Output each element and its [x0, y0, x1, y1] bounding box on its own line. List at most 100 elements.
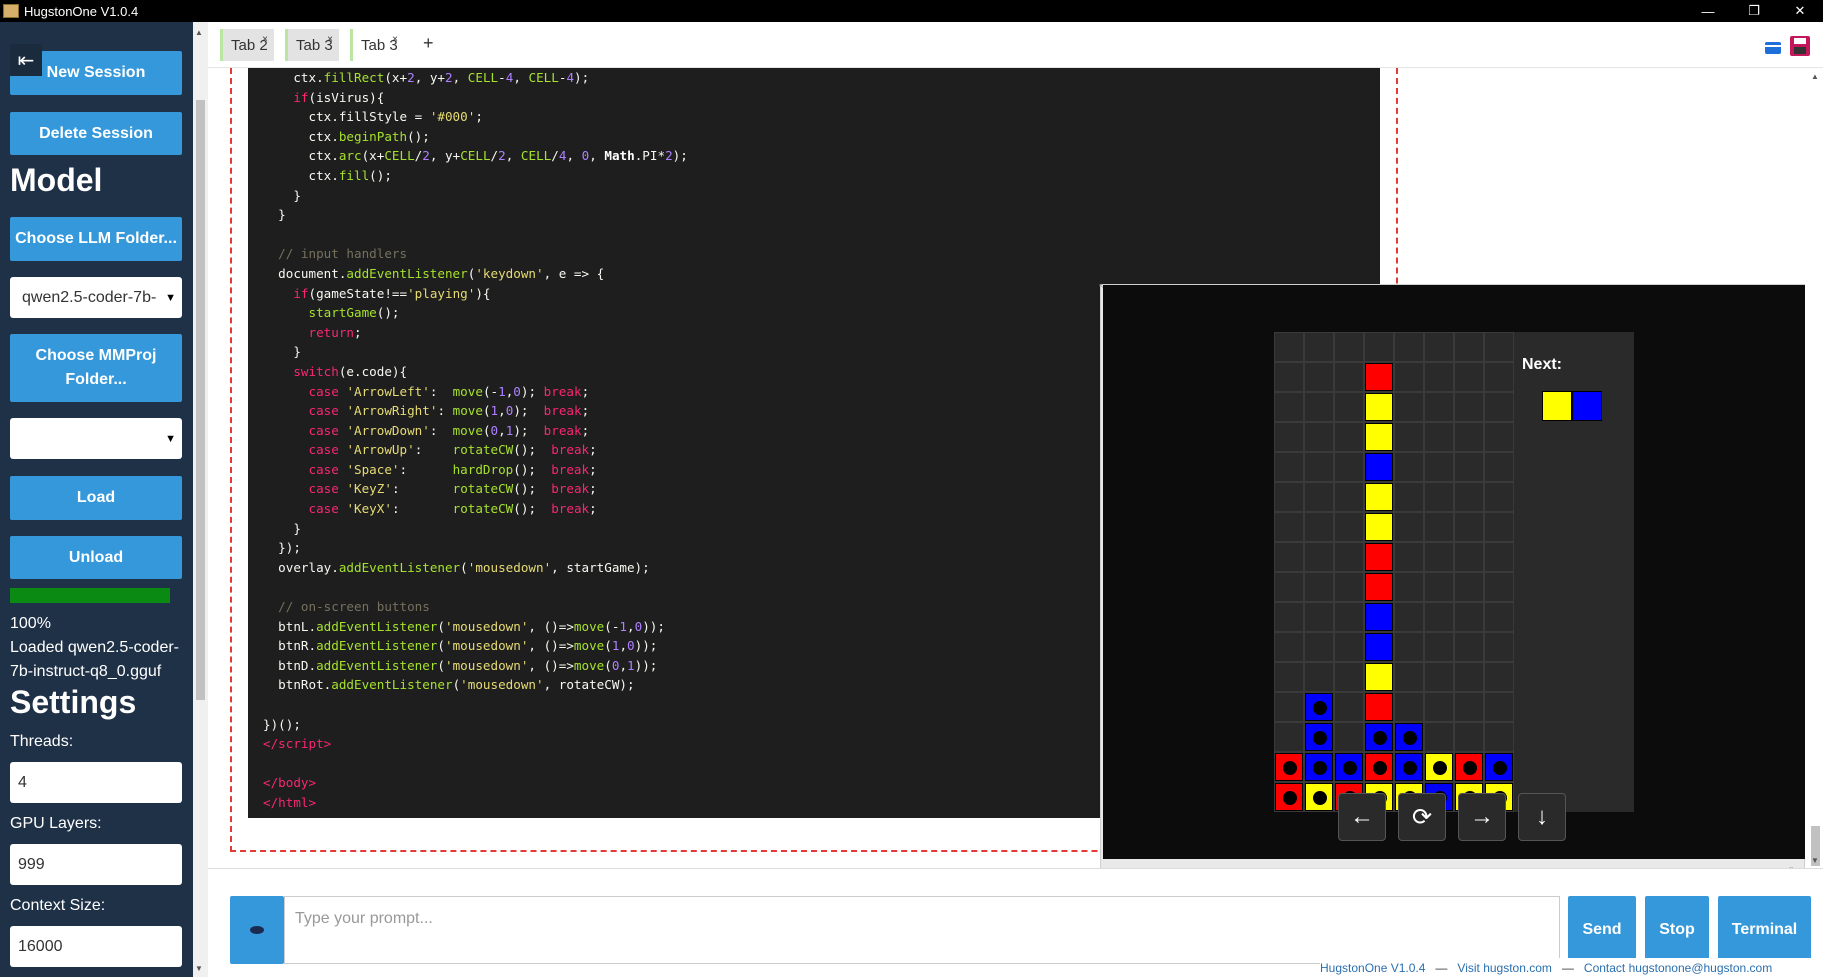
- board-cell: [1424, 422, 1454, 452]
- move-left-button[interactable]: ←: [1338, 793, 1386, 841]
- scroll-down-arrow-icon[interactable]: ▼: [195, 964, 203, 973]
- send-button[interactable]: Send: [1568, 896, 1636, 964]
- pill-block: [1365, 363, 1393, 391]
- board-cell: [1454, 572, 1484, 602]
- mmproj-select[interactable]: ▼: [10, 418, 182, 459]
- sidebar-scrollbar[interactable]: ▲ ▼: [193, 22, 208, 977]
- virus-block: [1395, 723, 1423, 751]
- footer-contact-link[interactable]: Contact hugstonone@hugston.com: [1584, 961, 1772, 975]
- llm-model-select-value: qwen2.5-coder-7b-: [22, 288, 157, 306]
- virus-dot-icon: [1433, 761, 1447, 775]
- minimize-button[interactable]: —: [1685, 0, 1731, 22]
- board-cell: [1304, 362, 1334, 392]
- rotate-button[interactable]: ⟳: [1398, 793, 1446, 841]
- virus-block: [1395, 753, 1423, 781]
- board-cell: [1394, 602, 1424, 632]
- virus-dot-icon: [1313, 791, 1327, 805]
- board-cell: [1424, 362, 1454, 392]
- board-cell: [1304, 662, 1334, 692]
- sidebar: New Session ⇤ Delete Session Model Choos…: [0, 22, 193, 977]
- mic-icon: [250, 926, 264, 934]
- board-cell: [1274, 542, 1304, 572]
- board-cell: [1334, 692, 1364, 722]
- board-cell: [1274, 512, 1304, 542]
- choose-llm-folder-button[interactable]: Choose LLM Folder...: [10, 217, 182, 261]
- board-cell: [1334, 602, 1364, 632]
- board-cell: [1484, 452, 1514, 482]
- move-right-button[interactable]: →: [1458, 793, 1506, 841]
- board-cell: [1484, 602, 1514, 632]
- maximize-button[interactable]: ❐: [1731, 0, 1777, 22]
- context-size-input[interactable]: 16000: [10, 926, 182, 967]
- virus-block: [1275, 753, 1303, 781]
- tab-3-active[interactable]: Tab 3 ×: [350, 29, 404, 61]
- board-cell: [1454, 602, 1484, 632]
- terminal-button[interactable]: Terminal: [1718, 896, 1811, 964]
- sidebar-scrollbar-thumb[interactable]: [196, 100, 205, 700]
- add-tab-button[interactable]: +: [423, 33, 434, 54]
- unload-button[interactable]: Unload: [10, 536, 182, 579]
- pill-block: [1365, 573, 1393, 601]
- next-piece-cell-2: [1572, 391, 1602, 421]
- board-cell: [1454, 692, 1484, 722]
- board-cell: [1274, 572, 1304, 602]
- scroll-up-arrow-icon[interactable]: ▲: [195, 28, 203, 37]
- llm-model-select[interactable]: qwen2.5-coder-7b- ▼: [10, 277, 182, 318]
- board-cell: [1454, 482, 1484, 512]
- load-button[interactable]: Load: [10, 476, 182, 520]
- tab-2[interactable]: Tab 2 ×: [220, 29, 274, 61]
- board-cell: [1304, 512, 1334, 542]
- move-down-button[interactable]: ↓: [1518, 793, 1566, 841]
- virus-dot-icon: [1493, 761, 1507, 775]
- board-cell: [1334, 722, 1364, 752]
- choose-mmproj-folder-button[interactable]: Choose MMProj Folder...: [10, 334, 182, 402]
- collapse-sidebar-icon[interactable]: ⇤: [10, 44, 42, 76]
- board-cell: [1394, 482, 1424, 512]
- board-cell: [1334, 632, 1364, 662]
- card-icon[interactable]: [1765, 42, 1781, 54]
- mic-button[interactable]: [230, 896, 284, 964]
- board-cell: [1484, 482, 1514, 512]
- footer-visit-link[interactable]: Visit hugston.com: [1457, 961, 1552, 975]
- scroll-down-arrow-icon[interactable]: ▼: [1811, 856, 1819, 865]
- pill-block: [1365, 633, 1393, 661]
- board-cell: [1394, 572, 1424, 602]
- delete-session-button[interactable]: Delete Session: [10, 112, 182, 155]
- stop-button[interactable]: Stop: [1645, 896, 1709, 964]
- virus-dot-icon: [1283, 791, 1297, 805]
- board-cell: [1424, 512, 1454, 542]
- scroll-up-arrow-icon[interactable]: ▲: [1811, 72, 1819, 81]
- tab-close-icon[interactable]: ×: [327, 34, 333, 45]
- board-cell: [1484, 392, 1514, 422]
- board-cell: [1334, 452, 1364, 482]
- virus-block: [1335, 753, 1363, 781]
- tab-3[interactable]: Tab 3 ×: [285, 29, 339, 61]
- title-bar: HugstonOne V1.0.4 — ❐ ✕: [0, 0, 1823, 22]
- virus-dot-icon: [1463, 761, 1477, 775]
- status-line-2: 7b-instruct-q8_0.gguf: [10, 663, 162, 680]
- threads-label: Threads:: [10, 733, 74, 750]
- board-cell: [1334, 422, 1364, 452]
- prompt-input[interactable]: Type your prompt...: [284, 896, 1560, 964]
- threads-input[interactable]: 4: [10, 762, 182, 803]
- main-scrollbar[interactable]: ▲ ▼: [1808, 68, 1823, 868]
- board-cell: [1484, 662, 1514, 692]
- board-cell: [1364, 332, 1394, 362]
- tab-close-icon[interactable]: ×: [392, 34, 398, 45]
- board-cell: [1274, 602, 1304, 632]
- board-cell: [1454, 392, 1484, 422]
- board-cell: [1334, 572, 1364, 602]
- board-cell: [1394, 662, 1424, 692]
- pill-block: [1365, 393, 1393, 421]
- gpu-layers-input[interactable]: 999: [10, 844, 182, 885]
- chevron-down-icon: ▼: [165, 291, 176, 304]
- save-icon[interactable]: [1790, 36, 1810, 56]
- close-button[interactable]: ✕: [1777, 0, 1823, 22]
- virus-block: [1305, 753, 1333, 781]
- tab-close-icon[interactable]: ×: [262, 34, 268, 45]
- board-cell: [1394, 692, 1424, 722]
- board-cell: [1304, 392, 1334, 422]
- board-cell: [1274, 632, 1304, 662]
- pill-block: [1365, 453, 1393, 481]
- board-cell: [1274, 362, 1304, 392]
